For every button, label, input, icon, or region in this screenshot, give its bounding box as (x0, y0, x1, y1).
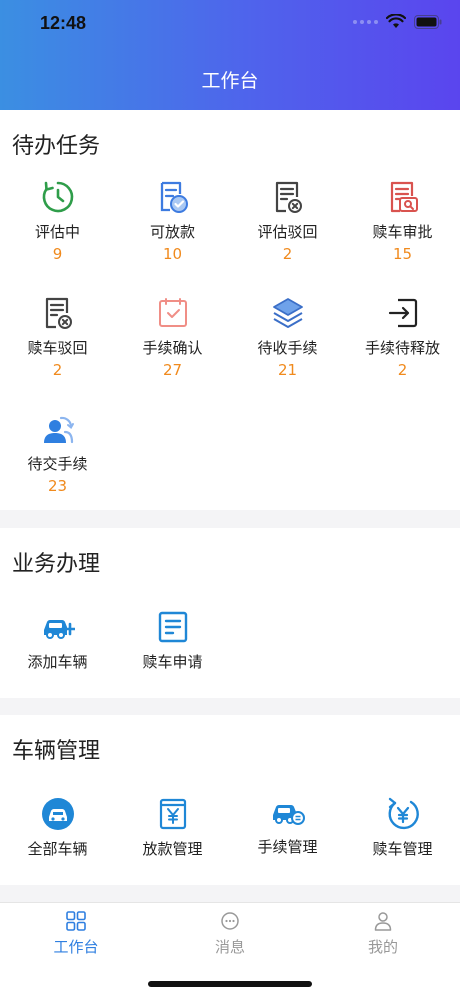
business-section: 业务办理 添加车辆 赎车申请 (0, 528, 460, 698)
todo-item-count: 15 (392, 245, 413, 263)
cellular-signal-icon (353, 20, 378, 24)
tab-messages[interactable]: 消息 (180, 911, 280, 957)
tab-workbench[interactable]: 工作台 (26, 911, 126, 957)
clock-icon (42, 181, 73, 213)
header-bar: 12:48 工作台 (0, 0, 460, 110)
todo-item-label: 手续确认 (142, 339, 203, 357)
vehicle-item-procedure[interactable]: 手续管理 (230, 795, 345, 857)
tab-label: 工作台 (53, 938, 99, 956)
todo-item-count: 21 (277, 361, 298, 379)
exit-icon (388, 298, 417, 328)
todo-item-redeem-rejected[interactable]: 赎车驳回 2 (0, 296, 115, 379)
layers-icon (272, 298, 303, 328)
grid-icon (66, 911, 86, 931)
todo-item-count: 2 (52, 361, 63, 379)
doc-search-icon (390, 181, 418, 213)
todo-item-count: 23 (47, 477, 68, 495)
vehicle-item-label: 手续管理 (257, 838, 318, 856)
todo-item-count: 9 (52, 245, 63, 263)
vehicle-item-all[interactable]: 全部车辆 (0, 797, 115, 859)
tab-mine[interactable]: 我的 (333, 911, 433, 957)
doc-reject-icon (45, 297, 72, 329)
document-icon (158, 611, 187, 643)
business-item-add-vehicle[interactable]: 添加车辆 (0, 610, 115, 672)
home-indicator[interactable] (148, 981, 312, 987)
tab-label: 消息 (214, 938, 245, 956)
status-time: 12:48 (40, 13, 87, 33)
todo-item-eval-rejected[interactable]: 评估驳回 2 (230, 180, 345, 263)
todo-item-loan-ready[interactable]: 可放款 10 (115, 180, 230, 263)
page-title: 工作台 (201, 70, 259, 92)
todo-item-label: 赎车审批 (372, 223, 433, 241)
status-icons (353, 14, 442, 30)
message-icon (221, 912, 239, 930)
todo-item-label: 手续待释放 (364, 339, 440, 357)
vehicle-item-redeem[interactable]: 赎车管理 (345, 797, 460, 859)
yen-receipt-icon (159, 798, 186, 830)
business-item-label: 赎车申请 (142, 653, 203, 671)
vehicle-section-title: 车辆管理 (12, 739, 101, 764)
todo-item-count: 2 (397, 361, 408, 379)
todo-item-label: 待交手续 (27, 455, 88, 473)
todo-item-evaluating[interactable]: 评估中 9 (0, 180, 115, 263)
todo-item-label: 评估中 (34, 223, 80, 241)
todo-item-count: 10 (162, 245, 183, 263)
todo-section-title: 待办任务 (12, 134, 101, 159)
todo-item-pending-release[interactable]: 手续待释放 2 (345, 296, 460, 379)
todo-item-count: 27 (162, 361, 183, 379)
vehicle-item-loan[interactable]: 放款管理 (115, 797, 230, 859)
todo-item-count: 2 (282, 245, 293, 263)
vehicle-item-label: 赎车管理 (372, 840, 433, 858)
todo-item-label: 可放款 (149, 223, 195, 241)
calendar-check-icon (158, 298, 187, 327)
todo-item-pending-handover[interactable]: 待交手续 23 (0, 412, 115, 495)
battery-icon (414, 15, 442, 29)
yen-return-icon (388, 797, 419, 830)
todo-item-pending-receive[interactable]: 待收手续 21 (230, 296, 345, 379)
business-section-title: 业务办理 (12, 552, 101, 577)
business-item-label: 添加车辆 (27, 653, 88, 671)
person-icon (374, 912, 392, 931)
car-circle-icon (41, 798, 74, 830)
car-add-icon (43, 620, 75, 639)
vehicle-section: 车辆管理 全部车辆 放款管理 手续管理 赎车管理 (0, 715, 460, 885)
doc-check-icon (160, 181, 188, 213)
wifi-icon (386, 14, 406, 28)
todo-item-label: 评估驳回 (257, 223, 318, 241)
todo-item-redeem-approval[interactable]: 赎车审批 15 (345, 180, 460, 263)
todo-item-label: 待收手续 (257, 339, 318, 357)
doc-reject-icon (275, 181, 302, 213)
car-doc-icon (272, 805, 305, 825)
vehicle-item-label: 放款管理 (142, 840, 203, 858)
todo-item-procedure-confirm[interactable]: 手续确认 27 (115, 296, 230, 379)
vehicle-item-label: 全部车辆 (27, 840, 88, 858)
tab-label: 我的 (367, 938, 398, 956)
todo-section: 待办任务 评估中 9 可放款 10 评估驳回 2 赎车审批 15 赎车驳回 2 … (0, 110, 460, 510)
business-item-redeem-apply[interactable]: 赎车申请 (115, 610, 230, 672)
user-transfer-icon (43, 416, 74, 444)
todo-item-label: 赎车驳回 (27, 339, 88, 357)
